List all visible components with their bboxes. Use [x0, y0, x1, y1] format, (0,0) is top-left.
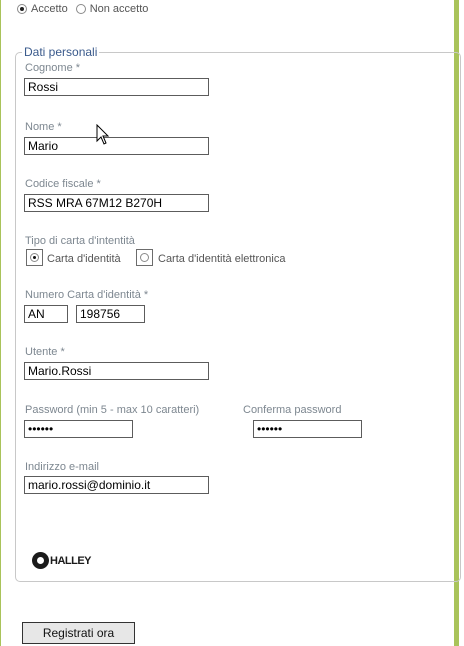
nome-label: Nome * [25, 121, 62, 133]
carta-elettronica-radio[interactable] [136, 249, 153, 266]
utente-label: Utente * [25, 346, 65, 358]
codice-fiscale-label: Codice fiscale * [25, 178, 101, 190]
accept-radio[interactable] [17, 4, 27, 14]
mouse-pointer-icon [96, 124, 110, 145]
email-label: Indirizzo e-mail [25, 461, 99, 473]
accept-label: Accetto [31, 3, 68, 15]
consent-group: Accetto Non accetto [17, 3, 148, 15]
codice-fiscale-input[interactable]: RSS MRA 67M12 B270H [24, 194, 209, 212]
halley-logo: HALLEY [32, 552, 92, 569]
halley-logo-text: HALLEY [50, 554, 92, 567]
password-input[interactable]: •••••• [24, 420, 133, 438]
email-input[interactable]: mario.rossi@dominio.it [24, 476, 209, 494]
numero-carta-number-input[interactable]: 198756 [76, 305, 145, 323]
halley-logo-icon [32, 552, 49, 569]
reject-label: Non accetto [89, 3, 149, 15]
cognome-input[interactable]: Rossi [24, 78, 209, 96]
conferma-password-label: Conferma password [243, 404, 342, 416]
carta-elettronica-label: Carta d'identità elettronica [158, 253, 286, 265]
carta-identita-label: Carta d'identità [47, 253, 121, 265]
utente-input[interactable]: Mario.Rossi [24, 362, 209, 380]
numero-carta-prefix-input[interactable]: AN [24, 305, 68, 323]
radio-dot-icon [30, 253, 39, 262]
tipo-carta-label: Tipo di carta d'intentità [25, 235, 135, 247]
numero-carta-label: Numero Carta d'identità * [25, 289, 149, 301]
reject-radio[interactable] [75, 4, 86, 14]
password-label: Password (min 5 - max 10 caratteri) [25, 404, 200, 416]
radio-dot-icon [140, 253, 149, 262]
section-title: Dati personali [24, 45, 98, 59]
cognome-label: Cognome * [25, 62, 81, 74]
carta-identita-radio[interactable] [26, 249, 43, 266]
registrati-button[interactable]: Registrati ora [22, 622, 135, 644]
nome-input[interactable]: Mario [24, 137, 209, 155]
conferma-password-input[interactable]: •••••• [253, 420, 362, 438]
